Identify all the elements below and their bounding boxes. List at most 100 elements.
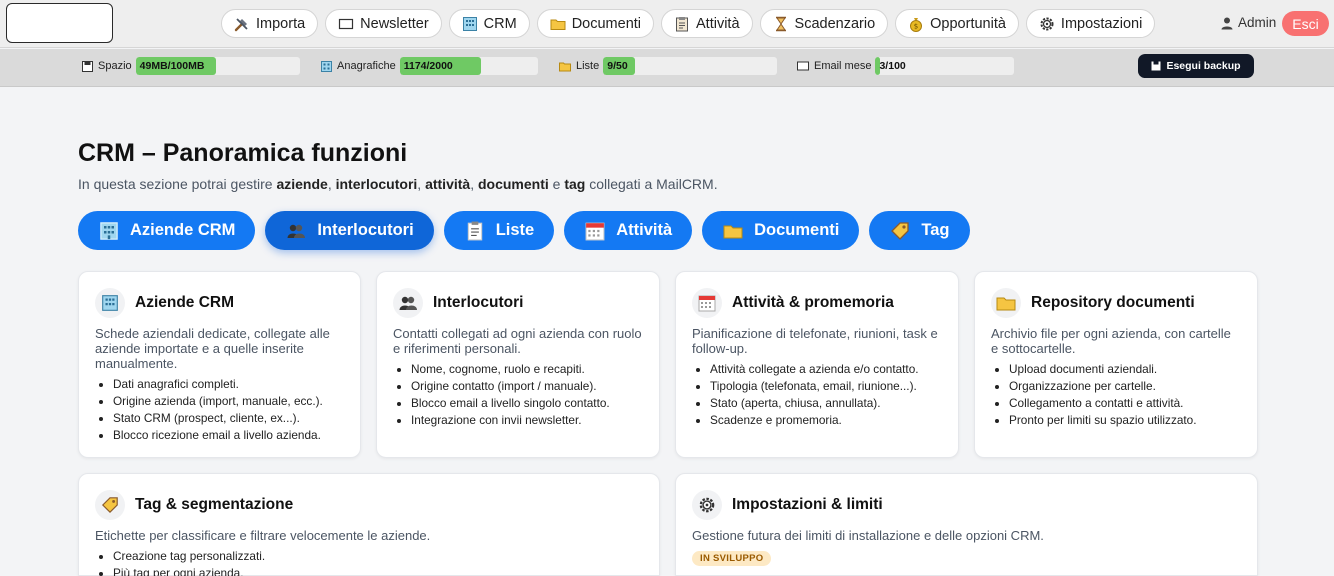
logo[interactable]: [6, 3, 113, 43]
building-icon: [321, 60, 332, 72]
list-item: Blocco email a livello singolo contatto.: [411, 395, 643, 412]
card-title: Attività & promemoria: [732, 294, 894, 311]
feature-list: Upload documenti aziendali. Organizzazio…: [991, 361, 1241, 429]
hourglass-icon: [773, 16, 789, 32]
nav-newsletter[interactable]: Newsletter: [325, 9, 442, 38]
gear-icon: [1039, 16, 1055, 32]
card-attivita: Attività & promemoria Pianificazione di …: [675, 271, 959, 458]
card-description: Contatti collegati ad ogni azienda con r…: [393, 326, 642, 356]
tools-icon: [234, 16, 250, 32]
list-item: Nome, cognome, ruolo e recapiti.: [411, 361, 643, 378]
pill-attivita[interactable]: Attività: [564, 211, 693, 250]
calendar-icon: [584, 220, 606, 242]
user-icon: [1220, 16, 1234, 30]
clipboard-icon: [464, 220, 486, 242]
list-item: Upload documenti aziendali.: [1009, 361, 1241, 378]
building-icon: [98, 220, 120, 242]
card-title: Tag & segmentazione: [135, 496, 294, 513]
card-repository-documenti: Repository documenti Archivio file per o…: [974, 271, 1258, 458]
card-aziende-crm: Aziende CRM Schede aziendali dedicate, c…: [78, 271, 361, 458]
card-tag-segmentazione: Tag & segmentazione Etichette per classi…: [78, 473, 660, 576]
card-description: Schede aziendali dedicate, collegate all…: [95, 326, 330, 371]
records-track: 1174/2000: [399, 57, 538, 75]
folder-icon: [722, 220, 744, 242]
nav-impostazioni[interactable]: Impostazioni: [1025, 9, 1156, 38]
tag-icon: [889, 220, 911, 242]
building-icon: [95, 288, 125, 318]
calendar-icon: [692, 288, 722, 318]
nav-opportunita[interactable]: $ Opportunità: [895, 9, 1019, 38]
card-interlocutori: Interlocutori Contatti collegati ad ogni…: [376, 271, 660, 458]
money-bag-icon: $: [908, 16, 924, 32]
list-item: Scadenze e promemoria.: [710, 412, 942, 429]
feature-list: Attività collegate a azienda e/o contatt…: [692, 361, 942, 429]
folder-icon: [991, 288, 1021, 318]
folder-icon: [550, 16, 566, 32]
people-icon: [285, 220, 307, 242]
card-title: Aziende CRM: [135, 294, 235, 311]
meter-email: Email mese 3/100: [797, 57, 1015, 75]
status-badge: IN SVILUPPO: [692, 551, 772, 566]
list-item: Creazione tag personalizzati.: [113, 548, 643, 565]
svg-text:$: $: [914, 22, 918, 30]
list-item: Organizzazione per cartelle.: [1009, 378, 1241, 395]
backup-button[interactable]: Esegui backup: [1138, 54, 1254, 78]
card-title: Impostazioni & limiti: [732, 496, 883, 513]
floppy-icon: [1151, 61, 1161, 71]
card-description: Archivio file per ogni azienda, con cart…: [991, 326, 1231, 356]
card-description: Gestione futura dei limiti di installazi…: [692, 528, 1044, 543]
section-pills: Aziende CRM Interlocutori Liste Attività…: [78, 211, 970, 250]
list-item: Integrazione con invii newsletter.: [411, 412, 643, 429]
usage-bar: Spazio 49MB/100MB Anagrafiche 1174/2000 …: [0, 49, 1334, 87]
list-item: Stato (aperta, chiusa, annullata).: [710, 395, 942, 412]
pill-documenti[interactable]: Documenti: [702, 211, 860, 250]
list-item: Collegamento a contatti e attività.: [1009, 395, 1241, 412]
space-track: 49MB/100MB: [135, 57, 300, 75]
nav-crm[interactable]: CRM: [448, 9, 530, 38]
page-subtitle: In questa sezione potrai gestire aziende…: [78, 176, 718, 192]
top-navbar: Importa Newsletter CRM Documenti Attivit…: [0, 0, 1334, 48]
pill-interlocutori[interactable]: Interlocutori: [265, 211, 434, 250]
card-title: Repository documenti: [1031, 294, 1195, 311]
pill-liste[interactable]: Liste: [443, 211, 555, 250]
list-item: Tipologia (telefonata, email, riunione..…: [710, 378, 942, 395]
tag-icon: [95, 490, 125, 520]
people-icon: [393, 288, 423, 318]
meter-records: Anagrafiche 1174/2000: [321, 57, 538, 75]
nav-scadenzario[interactable]: Scadenzario: [759, 9, 889, 38]
email-track: 3/100: [875, 57, 1015, 75]
feature-list: Nome, cognome, ruolo e recapiti. Origine…: [393, 361, 643, 429]
feature-list: Creazione tag personalizzati. Più tag pe…: [95, 548, 643, 576]
gear-icon: [692, 490, 722, 520]
nav-importa[interactable]: Importa: [221, 9, 319, 38]
clipboard-icon: [674, 16, 690, 32]
floppy-icon: [82, 60, 93, 72]
pill-aziende-crm[interactable]: Aziende CRM: [78, 211, 256, 250]
logout-button[interactable]: Esci: [1282, 11, 1329, 36]
envelope-icon: [338, 16, 354, 32]
envelope-icon: [797, 61, 809, 71]
page-title: CRM – Panoramica funzioni: [78, 139, 408, 167]
meter-space: Spazio 49MB/100MB: [82, 57, 300, 75]
card-description: Pianificazione di telefonate, riunioni, …: [692, 326, 938, 356]
list-item: Dati anagrafici completi.: [113, 376, 344, 393]
list-item: Attività collegate a azienda e/o contatt…: [710, 361, 942, 378]
list-item: Pronto per limiti su spazio utilizzato.: [1009, 412, 1241, 429]
building-icon: [462, 16, 478, 32]
nav-documenti[interactable]: Documenti: [536, 9, 655, 38]
main-nav: Importa Newsletter CRM Documenti Attivit…: [221, 9, 1156, 38]
list-item: Origine azienda (import, manuale, ecc.).: [113, 393, 344, 410]
feature-list: Dati anagrafici completi. Origine aziend…: [95, 376, 344, 444]
user-menu[interactable]: Admin: [1220, 15, 1276, 30]
card-description: Etichette per classificare e filtrare ve…: [95, 528, 431, 543]
list-item: Più tag per ogni azienda.: [113, 565, 643, 576]
list-item: Blocco ricezione email a livello azienda…: [113, 427, 344, 444]
nav-attivita[interactable]: Attività: [661, 9, 753, 38]
meter-lists: Liste 9/50: [559, 57, 778, 75]
folder-icon: [559, 61, 571, 72]
card-title: Interlocutori: [433, 294, 524, 311]
pill-tag[interactable]: Tag: [869, 211, 970, 250]
lists-track: 9/50: [603, 57, 778, 75]
list-item: Origine contatto (import / manuale).: [411, 378, 643, 395]
list-item: Stato CRM (prospect, cliente, ex...).: [113, 410, 344, 427]
